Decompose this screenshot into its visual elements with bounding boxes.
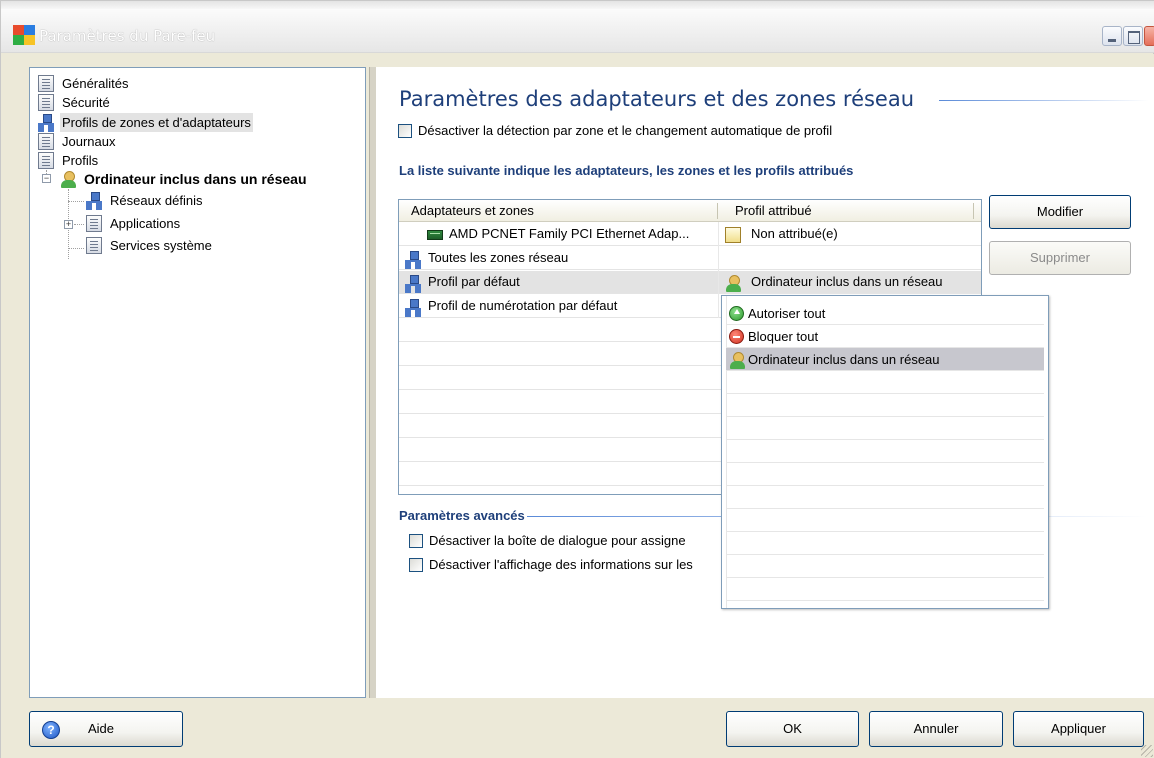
minimize-button[interactable] <box>1102 26 1122 46</box>
dropdown-option-allow-all[interactable]: Autoriser tout <box>726 302 1044 325</box>
option-label: Bloquer tout <box>748 329 819 344</box>
page-title: Paramètres des adaptateurs et des zones … <box>399 87 915 111</box>
dropdown-empty-row <box>726 509 1044 532</box>
list-header: Adaptateurs et zones Profil attribué <box>399 200 981 222</box>
tree-connector <box>68 201 84 202</box>
document-icon <box>38 133 54 150</box>
tree-item-label: Profils <box>62 153 99 168</box>
help-button-label: Aide <box>88 721 115 736</box>
panel-splitter[interactable] <box>369 67 377 698</box>
row-profile-name: Non attribué(e) <box>751 226 838 241</box>
tree-item-label: Réseaux définis <box>110 193 203 208</box>
tree-connector <box>74 224 84 225</box>
option-label: Autoriser tout <box>748 306 826 321</box>
dropdown-empty-row <box>726 417 1044 440</box>
dropdown-option-block-all[interactable]: Bloquer tout <box>726 325 1044 348</box>
option-label: Ordinateur inclus dans un réseau <box>748 352 940 367</box>
network-icon <box>86 192 102 210</box>
checkbox-label: Désactiver la détection par zone et le c… <box>418 123 833 138</box>
avg-logo-icon <box>13 25 35 45</box>
expand-icon[interactable]: + <box>64 220 73 229</box>
close-button[interactable] <box>1144 26 1154 46</box>
dropdown-empty-row <box>726 394 1044 417</box>
table-row[interactable]: AMD PCNET Family PCI Ethernet Adap... No… <box>399 223 981 246</box>
ok-button[interactable]: OK <box>726 711 859 747</box>
apply-button[interactable]: Appliquer <box>1013 711 1144 747</box>
dropdown-empty-row <box>726 440 1044 463</box>
column-header-profile[interactable]: Profil attribué <box>735 203 812 218</box>
column-header-adapters[interactable]: Adaptateurs et zones <box>411 203 534 218</box>
network-icon <box>405 275 421 293</box>
document-icon <box>86 237 102 254</box>
modify-button[interactable]: Modifier <box>989 195 1131 229</box>
column-separator[interactable] <box>717 203 718 219</box>
user-icon <box>729 352 745 369</box>
firewall-settings-window: Paramètres du Pare-feu Généralités Sécur… <box>0 0 1154 758</box>
document-icon <box>38 75 54 92</box>
row-zone-name: Profil de numérotation par défaut <box>428 298 618 313</box>
checkbox[interactable] <box>409 534 423 548</box>
document-icon <box>86 215 102 232</box>
dropdown-empty-row <box>726 578 1044 601</box>
title-bar-top-strip <box>1 1 1154 9</box>
tree-item-label: Profils de zones et d'adaptateurs <box>60 113 253 132</box>
row-zone-name: Toutes les zones réseau <box>428 250 569 265</box>
dropdown-empty-row <box>726 486 1044 509</box>
checkbox[interactable] <box>398 124 412 138</box>
delete-button[interactable]: Supprimer <box>989 241 1131 275</box>
tree-item-label: Applications <box>110 216 181 231</box>
allow-all-icon <box>729 306 744 321</box>
window-title: Paramètres du Pare-feu <box>39 27 216 45</box>
row-adapter-name: AMD PCNET Family PCI Ethernet Adap... <box>449 226 690 241</box>
row-profile-combo[interactable]: Ordinateur inclus dans un réseau <box>751 274 943 289</box>
help-button[interactable]: ? Aide <box>29 711 183 747</box>
column-separator[interactable] <box>973 203 974 219</box>
tree-item-label: Ordinateur inclus dans un réseau <box>84 171 307 187</box>
document-icon <box>38 94 54 111</box>
user-icon <box>725 275 741 292</box>
column-divider <box>718 222 719 318</box>
checkbox-label: Désactiver la boîte de dialogue pour ass… <box>429 533 686 548</box>
resize-grip[interactable] <box>1141 745 1153 757</box>
cancel-button[interactable]: Annuler <box>869 711 1003 747</box>
table-row[interactable]: Toutes les zones réseau <box>399 247 981 270</box>
dropdown-empty-row <box>726 371 1044 394</box>
tree-connector <box>68 248 84 249</box>
block-all-icon <box>729 329 744 344</box>
document-icon <box>38 152 54 169</box>
title-bar[interactable]: Paramètres du Pare-feu <box>1 1 1154 53</box>
network-card-icon <box>427 230 443 240</box>
help-icon: ? <box>42 721 60 739</box>
tree-item-label: Généralités <box>62 76 129 91</box>
user-icon <box>60 171 76 188</box>
unassigned-profile-icon <box>725 227 741 243</box>
table-row[interactable]: Profil par défaut Ordinateur inclus dans… <box>399 271 981 294</box>
dropdown-empty-row <box>726 463 1044 486</box>
dropdown-option-network-computer[interactable]: Ordinateur inclus dans un réseau <box>726 348 1044 371</box>
collapse-icon[interactable]: − <box>42 174 51 183</box>
advanced-settings-title: Paramètres avancés <box>399 508 525 523</box>
dropdown-empty-row <box>726 532 1044 555</box>
tree-item-label: Sécurité <box>62 95 110 110</box>
dropdown-empty-row <box>726 555 1044 578</box>
network-icon <box>405 299 421 317</box>
checkbox-label: Désactiver l'affichage des informations … <box>429 557 693 572</box>
maximize-button[interactable] <box>1123 26 1143 46</box>
settings-tree[interactable]: Généralités Sécurité Profils de zones et… <box>29 67 366 698</box>
checkbox[interactable] <box>409 558 423 572</box>
profile-dropdown-list[interactable]: Autoriser tout Bloquer tout Ordinateur i… <box>721 295 1049 609</box>
tree-item-label: Journaux <box>62 134 116 149</box>
network-icon <box>405 251 421 269</box>
row-zone-name: Profil par défaut <box>428 274 520 289</box>
network-icon <box>38 114 54 132</box>
heading-divider <box>939 100 1149 101</box>
list-section-title: La liste suivante indique les adaptateur… <box>399 163 854 178</box>
tree-item-label: Services système <box>110 238 212 253</box>
